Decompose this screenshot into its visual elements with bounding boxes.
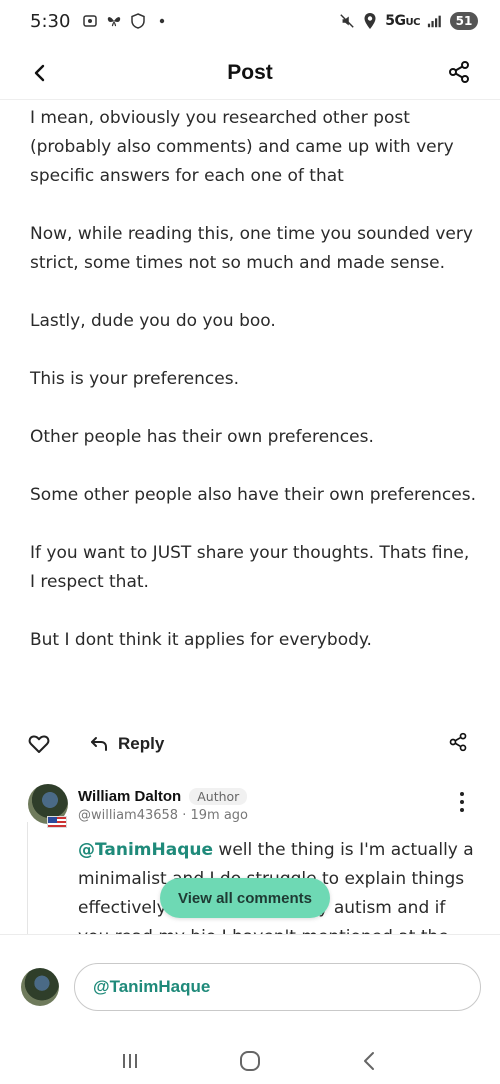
post-paragraph: I mean, obviously you researched other p… <box>30 108 454 186</box>
post-share-button[interactable] <box>448 732 468 756</box>
home-circle-icon <box>240 1051 260 1071</box>
status-bar: 5:30 5GUC 51 <box>0 0 500 42</box>
home-button[interactable] <box>235 1046 265 1076</box>
post-paragraph: But I dont think it applies for everybod… <box>30 630 372 650</box>
avatar[interactable] <box>28 784 68 828</box>
reply-composer: @TanimHaque <box>0 934 500 1038</box>
butterfly-icon <box>106 13 122 29</box>
app-header: Post <box>0 46 500 100</box>
post-paragraph: Some other people also have their own pr… <box>30 485 476 505</box>
post-action-bar: Reply <box>28 730 474 758</box>
status-left: 5:30 <box>30 11 170 32</box>
more-options-button[interactable] <box>460 792 466 812</box>
meta-separator: · <box>178 808 191 823</box>
post-paragraph: This is your preferences. <box>30 369 239 389</box>
comment-header: William Dalton Author @william43658 · 19… <box>78 788 248 823</box>
comment-time: 19m ago <box>190 808 248 823</box>
back-button[interactable] <box>26 59 54 87</box>
nav-back-button[interactable] <box>355 1046 385 1076</box>
reply-button[interactable]: Reply <box>90 734 164 754</box>
dot-icon <box>154 13 170 29</box>
network-label: 5GUC <box>385 13 420 29</box>
chevron-left-icon <box>34 64 45 82</box>
page-title: Post <box>227 60 273 84</box>
like-button[interactable] <box>28 733 50 755</box>
signal-icon <box>427 13 443 29</box>
thread-line <box>27 822 28 934</box>
back-chevron-icon <box>364 1052 374 1070</box>
heart-icon <box>28 735 50 753</box>
reply-input[interactable]: @TanimHaque <box>74 963 481 1011</box>
post-paragraph: If you want to JUST share your thoughts.… <box>30 543 470 592</box>
post-paragraph: Now, while reading this, one time you so… <box>30 224 473 273</box>
screenshot-icon <box>82 13 98 29</box>
system-nav-bar <box>0 1038 500 1084</box>
author-handle: @william43658 <box>78 808 179 823</box>
recent-apps-button[interactable] <box>115 1046 145 1076</box>
share-icon <box>449 61 469 83</box>
share-button[interactable] <box>446 59 472 85</box>
reply-arrow-icon <box>91 737 107 751</box>
reply-label: Reply <box>118 734 165 753</box>
shield-icon <box>130 13 146 29</box>
comment-meta: @william43658 · 19m ago <box>78 808 248 823</box>
name-row: William Dalton Author <box>78 788 248 805</box>
location-icon <box>362 13 378 29</box>
share-icon <box>449 732 467 752</box>
status-right: 5GUC 51 <box>339 12 478 30</box>
status-time: 5:30 <box>30 10 71 32</box>
kebab-menu-icon <box>460 792 464 796</box>
mute-icon <box>339 13 355 29</box>
recents-icon <box>123 1054 137 1068</box>
post-paragraph: Other people has their own preferences. <box>30 427 374 447</box>
mention-link[interactable]: @TanimHaque <box>78 840 213 860</box>
post-body: I mean, obviously you researched other p… <box>30 104 476 684</box>
us-flag-icon <box>47 816 67 828</box>
author-badge: Author <box>189 788 248 805</box>
avatar <box>21 968 59 1006</box>
comment-card: William Dalton Author @william43658 · 19… <box>28 784 474 936</box>
author-name[interactable]: William Dalton <box>78 788 181 805</box>
post-paragraph: Lastly, dude you do you boo. <box>30 311 276 331</box>
view-all-comments-button[interactable]: View all comments <box>160 878 330 918</box>
battery-indicator: 51 <box>450 12 478 30</box>
